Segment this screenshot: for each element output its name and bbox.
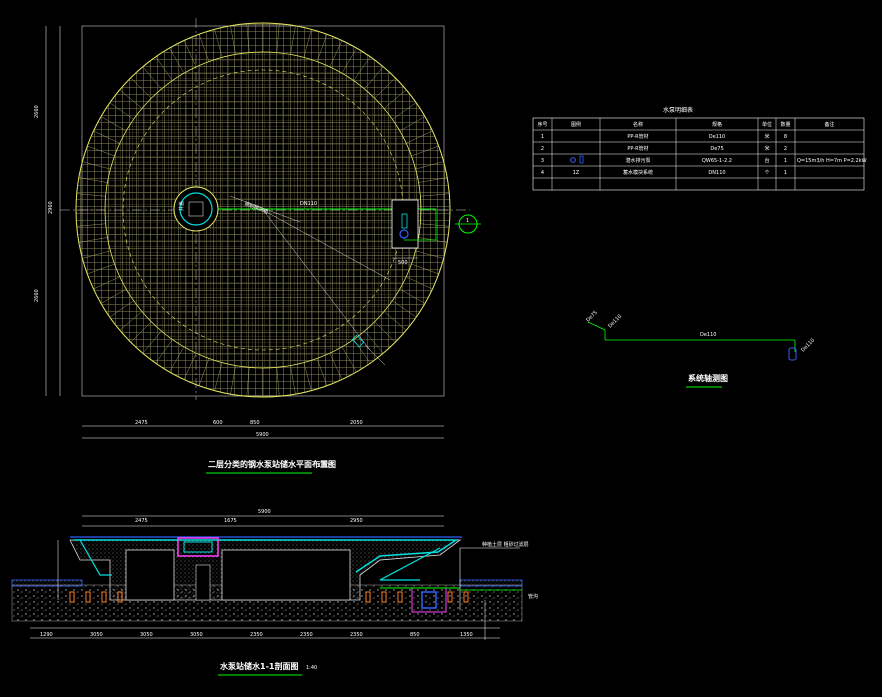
dim-bottom-3: 850	[250, 420, 260, 426]
section-bottom-dim: 3050	[90, 632, 103, 638]
table-cell: Q=15m3/h H=7m P=2.2kW	[797, 158, 867, 164]
surface-left	[11, 579, 83, 587]
section-marker-label: 1	[466, 218, 469, 224]
table-cell: DN110	[708, 170, 725, 176]
section-bottom-dim: 1290	[40, 632, 53, 638]
table-header-cell: 单位	[762, 121, 772, 128]
section-bottom-dim: 3050	[190, 632, 203, 638]
table-header-cell: 备注	[824, 121, 834, 128]
table-cell: 蓄水模块系统	[623, 169, 653, 176]
iso-label-c: De110	[800, 338, 816, 354]
table-cell: 1	[541, 134, 544, 140]
sec-dim-top-a: 2475	[135, 518, 148, 524]
section-title: 水泵站储水1-1剖面图	[219, 661, 298, 671]
section-bottom-dim: 2350	[350, 632, 363, 638]
table-cell: 1	[784, 170, 787, 176]
table-header-cell: 数量	[780, 121, 790, 128]
plan-scale: 1:40	[318, 463, 329, 469]
pump-box	[391, 199, 419, 249]
table-cell: 4	[541, 170, 544, 176]
table-header-cell: 名称	[633, 121, 643, 128]
surface-right	[459, 579, 523, 587]
section-bottom-dim: 2350	[250, 632, 263, 638]
table-cell: 台	[764, 157, 769, 164]
table-cell: 3	[541, 158, 544, 164]
table-grid	[533, 118, 864, 190]
cavity-1	[125, 549, 175, 601]
section-view: 2475 1675 2950 5900 种植土层 粗砂过滤层 管沟 1290 3…	[11, 509, 538, 676]
table-cell: 米	[764, 133, 769, 140]
table-cell: PP-R管材	[627, 145, 648, 152]
equipment-table: 水泵明细表 序号 图例 名称 规格 单位 数量 备注 1 PP-R管材 De110 米 8 2 PP-R管…	[532, 106, 867, 191]
table-cell: QW65-1-2.2	[702, 158, 732, 164]
dim-bottom-1: 2475	[135, 420, 148, 426]
table-cell: 2	[784, 146, 787, 152]
dim-left-2: 2960	[48, 201, 54, 214]
cavity-3	[195, 564, 211, 601]
iso-pipe-1	[587, 321, 606, 331]
section-marker: 1	[455, 214, 481, 234]
plan-title: 二层分类的钢水泵站储水平面布置图	[208, 459, 336, 469]
pump-legend-icon-2	[579, 155, 584, 164]
table-text: 序号 图例 名称 规格 单位 数量 备注 1 PP-R管材 De110 米 8 2 PP-R管材 De75 米…	[537, 121, 866, 176]
table-title: 水泵明细表	[663, 106, 693, 114]
section-bottom-dim: 1350	[460, 632, 473, 638]
dim-left-1: 2660	[34, 105, 40, 118]
table-cell: 1Z	[573, 170, 580, 176]
dim-bottom-2: 600	[213, 420, 223, 426]
table-header-cell: 序号	[537, 121, 547, 128]
pipe-label: DN110	[300, 201, 317, 207]
section-bottom-dim: 2350	[300, 632, 313, 638]
table-cell: 潜水排污泵	[625, 157, 650, 164]
section-bottom-dims: 1290 3050 3050 3050 2350 2350 2350 850 1350	[40, 632, 473, 638]
table-cell: 1	[784, 158, 787, 164]
sec-dim-top-b: 1675	[224, 518, 237, 524]
dim-bottom-4: 2050	[350, 420, 363, 426]
table-cell: PP-R管材	[627, 133, 648, 140]
table-header-cell: 图例	[571, 121, 581, 128]
iso-title: 系统轴测图	[688, 373, 728, 383]
pump-legend-icon	[570, 157, 576, 163]
section-bottom-dim: 850	[410, 632, 420, 638]
table-cell: 米	[764, 145, 769, 152]
section-note: 种植土层 粗砂过滤层	[482, 541, 529, 548]
sec-dim-top-c: 2950	[350, 518, 363, 524]
isometric-view: De75 De110 De110 De110 系统轴测图	[585, 310, 816, 388]
cavity-2	[221, 549, 351, 601]
table-cell: De110	[709, 134, 725, 140]
cad-drawing: 井盖 DN110 预制模块组 500 1 2660 2960 2660 2475…	[11, 18, 867, 676]
section-bottom-dim: 3050	[140, 632, 153, 638]
table-cell: 8	[784, 134, 787, 140]
table-cell: 2	[541, 146, 544, 152]
table-header-cell: 规格	[712, 121, 722, 128]
iso-label-a: De75	[585, 310, 599, 324]
iso-label-mid: De110	[700, 332, 716, 338]
dim-bottom-total: 5900	[256, 432, 269, 438]
iso-label-b: De110	[607, 314, 623, 330]
table-cell: 个	[764, 170, 769, 176]
section-right-label: 管沟	[528, 593, 538, 600]
section-scale: 1:40	[306, 665, 317, 671]
manhole-label: 井盖	[178, 201, 185, 211]
table-cell: De75	[710, 146, 723, 152]
dim-left-3: 2660	[34, 289, 40, 302]
sec-dim-total: 5900	[258, 509, 271, 515]
plan-view: 井盖 DN110 预制模块组 500 1 2660 2960 2660 2475…	[34, 18, 481, 474]
pump-box-label: 500	[398, 260, 408, 266]
